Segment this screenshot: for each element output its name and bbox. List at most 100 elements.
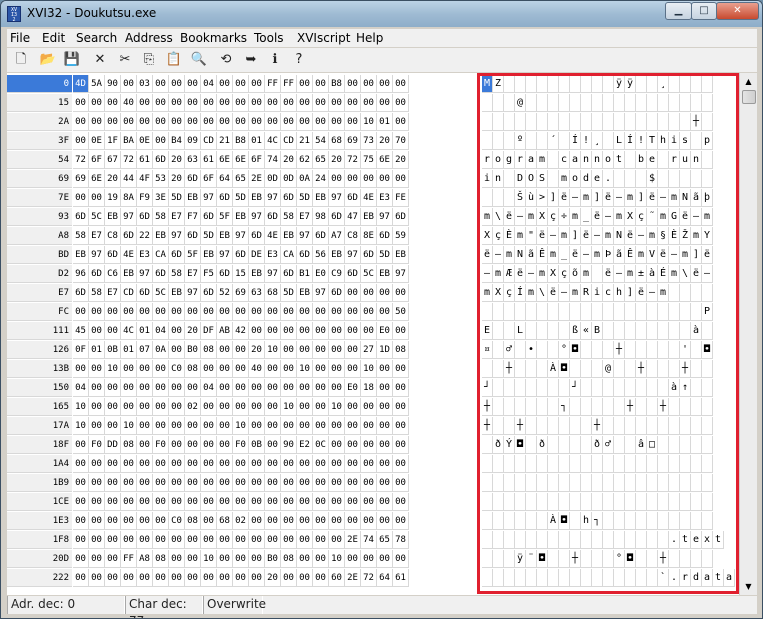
hex-cell[interactable]: 00 (201, 360, 217, 378)
char-cell[interactable] (548, 569, 559, 587)
char-cell[interactable]: • (526, 341, 537, 359)
char-cell[interactable] (515, 360, 526, 378)
char-cell[interactable]: ë (504, 208, 515, 226)
char-cell[interactable] (625, 113, 636, 131)
hex-cell[interactable]: 00 (233, 474, 249, 492)
char-cell[interactable]: ë (559, 189, 570, 207)
hex-cell[interactable]: 00 (249, 531, 265, 549)
char-cell[interactable] (647, 531, 658, 549)
hex-cell[interactable]: 00 (153, 512, 169, 530)
hex-cell[interactable]: 40 (121, 94, 137, 112)
char-cell[interactable] (647, 569, 658, 587)
hex-cell[interactable]: 00 (249, 322, 265, 340)
hex-cell[interactable]: 00 (297, 379, 313, 397)
hex-cell[interactable]: 10 (121, 417, 137, 435)
hex-cell[interactable]: 00 (265, 303, 281, 321)
hex-cell[interactable]: 6D (121, 227, 137, 245)
char-cell[interactable]: a (724, 569, 735, 587)
hex-cell[interactable]: 00 (73, 474, 89, 492)
char-cell[interactable] (658, 493, 669, 511)
char-cell[interactable] (504, 550, 515, 568)
hex-cell[interactable]: 00 (73, 550, 89, 568)
char-cell[interactable]: — (493, 246, 504, 264)
hex-cell[interactable]: 00 (297, 322, 313, 340)
char-cell[interactable]: t (614, 151, 625, 169)
hex-cell[interactable]: 00 (249, 303, 265, 321)
hex-cell[interactable]: 5D (169, 189, 185, 207)
hex-cell[interactable]: 6D (329, 208, 345, 226)
hex-cell[interactable]: 6D (217, 265, 233, 283)
char-cell[interactable] (625, 512, 636, 530)
hex-cell[interactable]: EB (393, 246, 409, 264)
char-cell[interactable] (614, 474, 625, 492)
char-cell[interactable]: _ (581, 208, 592, 226)
char-cell[interactable] (548, 455, 559, 473)
hex-cell[interactable]: 69 (233, 284, 249, 302)
char-cell[interactable] (636, 531, 647, 549)
hex-cell[interactable]: 10 (73, 398, 89, 416)
hex-cell[interactable]: 52 (217, 284, 233, 302)
char-cell[interactable]: — (702, 265, 713, 283)
hex-cell[interactable]: 00 (105, 379, 121, 397)
char-cell[interactable] (669, 303, 680, 321)
hex-cell[interactable]: 00 (249, 569, 265, 587)
hex-cell[interactable]: FE (393, 189, 409, 207)
hex-cell[interactable]: 00 (169, 322, 185, 340)
hex-cell[interactable]: 00 (361, 550, 377, 568)
char-cell[interactable] (559, 550, 570, 568)
hex-cell[interactable]: EB (169, 284, 185, 302)
hex-cell[interactable]: 8A (121, 189, 137, 207)
hex-cell[interactable]: A8 (137, 550, 153, 568)
char-cell[interactable]: Í (570, 132, 581, 150)
char-cell[interactable] (603, 512, 614, 530)
menu-edit[interactable]: Edit (42, 31, 65, 45)
hex-cell[interactable]: 00 (329, 341, 345, 359)
hex-cell[interactable]: 00 (297, 455, 313, 473)
char-cell[interactable] (603, 398, 614, 416)
char-cell[interactable] (570, 303, 581, 321)
char-cell[interactable] (592, 455, 603, 473)
char-cell[interactable] (592, 303, 603, 321)
char-cell[interactable]: . (669, 531, 680, 549)
char-cell[interactable] (504, 474, 515, 492)
hex-cell[interactable]: 00 (73, 531, 89, 549)
hex-cell[interactable]: 00 (153, 493, 169, 511)
hex-cell[interactable]: EB (249, 265, 265, 283)
char-cell[interactable] (493, 474, 504, 492)
hex-cell[interactable]: 00 (345, 94, 361, 112)
char-cell[interactable]: ç (559, 265, 570, 283)
char-cell[interactable] (537, 75, 548, 93)
hex-cell[interactable]: 00 (249, 512, 265, 530)
hex-cell[interactable]: EB (361, 208, 377, 226)
char-cell[interactable] (581, 417, 592, 435)
char-cell[interactable] (702, 493, 713, 511)
hex-cell[interactable]: 00 (105, 493, 121, 511)
hex-cell[interactable]: 00 (393, 360, 409, 378)
hex-cell[interactable]: 00 (361, 303, 377, 321)
char-cell[interactable] (647, 455, 658, 473)
char-cell[interactable]: ┼ (570, 550, 581, 568)
help-icon[interactable]: ? (290, 51, 308, 69)
hex-cell[interactable]: 00 (393, 436, 409, 454)
char-cell[interactable]: ë (625, 227, 636, 245)
hex-cell[interactable]: 6D (137, 284, 153, 302)
char-cell[interactable]: m (482, 208, 493, 226)
hex-cell[interactable]: 97 (201, 189, 217, 207)
char-cell[interactable] (636, 341, 647, 359)
char-cell[interactable] (603, 569, 614, 587)
hex-cell[interactable]: 24 (313, 170, 329, 188)
char-cell[interactable] (680, 94, 691, 112)
char-cell[interactable] (625, 474, 636, 492)
hex-cell[interactable]: B4 (169, 132, 185, 150)
hex-cell[interactable]: 07 (137, 341, 153, 359)
char-cell[interactable]: h (614, 284, 625, 302)
char-cell[interactable] (680, 474, 691, 492)
char-cell[interactable]: ┼ (658, 550, 669, 568)
char-cell[interactable]: — (548, 227, 559, 245)
char-cell[interactable]: ð (493, 436, 504, 454)
hex-cell[interactable]: 0B (249, 436, 265, 454)
char-cell[interactable]: ┐ (592, 512, 603, 530)
char-cell[interactable] (548, 94, 559, 112)
char-cell[interactable]: ◘ (515, 436, 526, 454)
char-cell[interactable]: « (581, 322, 592, 340)
